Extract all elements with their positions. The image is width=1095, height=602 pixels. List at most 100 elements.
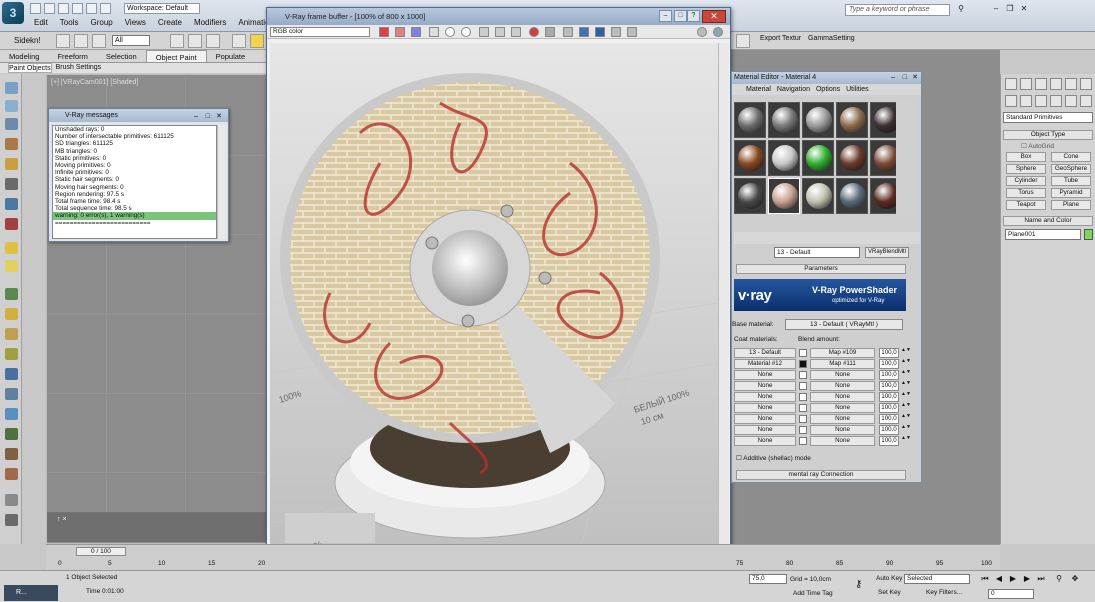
coat-material-button[interactable]: None: [734, 392, 796, 402]
create-tab-icon[interactable]: [1005, 78, 1017, 90]
zoom-icon[interactable]: ⚲: [1054, 574, 1064, 584]
close-icon[interactable]: ✕: [1018, 4, 1030, 15]
material-slot[interactable]: [768, 178, 800, 214]
vray-msg-close-icon[interactable]: ✕: [216, 110, 222, 123]
modify-tab-icon[interactable]: [1020, 78, 1032, 90]
blend-map-button[interactable]: Map #111: [810, 359, 875, 369]
blend-map-button[interactable]: None: [810, 392, 875, 402]
material-slot[interactable]: [734, 140, 766, 176]
vfb-red-channel-icon[interactable]: [379, 27, 389, 37]
create-sphere-button[interactable]: Sphere: [1006, 164, 1046, 174]
vfb-close-button[interactable]: ✕: [702, 10, 726, 23]
mental-ray-connection-rollout[interactable]: mental ray Connection: [736, 470, 906, 480]
material-slot[interactable]: [836, 140, 868, 176]
tool-icon-9[interactable]: [5, 242, 18, 254]
create-plane-button[interactable]: Plane: [1051, 200, 1091, 210]
mat-close-icon[interactable]: ✕: [912, 72, 918, 84]
mat-menu-material[interactable]: Material: [746, 84, 771, 95]
shapes-icon[interactable]: [1020, 95, 1032, 107]
coat-material-button[interactable]: None: [734, 414, 796, 424]
menu-modifiers[interactable]: Modifiers: [188, 17, 232, 29]
vfb-render-icon[interactable]: [697, 27, 707, 37]
vfb-alpha-icon[interactable]: [429, 27, 439, 37]
tab-freeform[interactable]: Freeform: [48, 50, 96, 62]
tool-icon-19[interactable]: [5, 448, 18, 460]
rect-selection-icon[interactable]: [206, 34, 220, 48]
coat-color-swatch[interactable]: [799, 360, 807, 368]
vfb-track-icon[interactable]: [545, 27, 555, 37]
undo-icon[interactable]: [72, 3, 83, 14]
add-time-tag-button[interactable]: Add Time Tag: [793, 590, 833, 597]
material-editor-window[interactable]: Material Editor - Material 4 – □ ✕ Mater…: [731, 71, 922, 483]
material-name-field[interactable]: 13 - Default: [774, 247, 860, 258]
coat-material-button[interactable]: None: [734, 436, 796, 446]
blend-map-button[interactable]: None: [810, 436, 875, 446]
vfb-save-icon[interactable]: [479, 27, 489, 37]
restore-icon[interactable]: ❐: [1004, 4, 1016, 15]
vfb-vertical-scrollbar[interactable]: [718, 43, 729, 586]
vfb-help-icon[interactable]: ?: [687, 10, 700, 22]
material-slot[interactable]: [768, 102, 800, 138]
tab-populate[interactable]: Populate: [207, 50, 255, 62]
select-object-icon[interactable]: [170, 34, 184, 48]
workspace-dropdown[interactable]: Workspace: Default: [124, 3, 200, 14]
vfb-minimize-icon[interactable]: –: [659, 10, 672, 22]
vfb-mono2-icon[interactable]: [461, 27, 471, 37]
spinner-arrows-icon[interactable]: ▲▼: [901, 436, 911, 446]
new-file-icon[interactable]: [30, 3, 41, 14]
tool-icon-11[interactable]: [5, 288, 18, 300]
open-file-icon[interactable]: [44, 3, 55, 14]
coat-material-button[interactable]: None: [734, 370, 796, 380]
geometry-icon[interactable]: [1005, 95, 1017, 107]
blend-amount-spinner[interactable]: 100,0: [879, 436, 899, 446]
set-key-button[interactable]: Set Key: [878, 589, 901, 596]
app-logo-icon[interactable]: 3: [2, 2, 24, 24]
tool-icon-10[interactable]: [5, 260, 18, 272]
tool-icon-2[interactable]: [5, 100, 18, 112]
viewport-label[interactable]: [+] [VRayCam001] [Shaded]: [51, 79, 138, 86]
subtab-brush-settings[interactable]: Brush Settings: [56, 63, 102, 73]
save-file-icon[interactable]: [58, 3, 69, 14]
subtab-paint-objects[interactable]: Paint Objects: [8, 63, 52, 73]
key-filters-button[interactable]: Key Filters...: [926, 589, 962, 596]
help-search-input[interactable]: Type a keyword or phrase: [845, 4, 950, 16]
tool-icon-3[interactable]: [5, 118, 18, 130]
coat-color-swatch[interactable]: [799, 437, 807, 445]
vfb-mono-icon[interactable]: [445, 27, 455, 37]
blend-map-button[interactable]: None: [810, 414, 875, 424]
mat-menu-options[interactable]: Options: [816, 84, 840, 95]
material-slot[interactable]: [802, 140, 834, 176]
material-slot[interactable]: [802, 178, 834, 214]
material-slot[interactable]: [734, 102, 766, 138]
vfb-title-bar[interactable]: V-Ray frame buffer - [100% of 800 x 1000…: [267, 8, 730, 25]
blend-amount-spinner[interactable]: 100,0: [879, 425, 899, 435]
utilities-tab-icon[interactable]: [1080, 78, 1092, 90]
vfb-green-channel-icon[interactable]: [395, 27, 405, 37]
tab-modeling[interactable]: Modeling: [0, 50, 48, 62]
name-color-rollout[interactable]: Name and Color: [1003, 216, 1093, 226]
autogrid-checkbox[interactable]: ☐ AutoGrid: [1021, 142, 1054, 150]
coat-color-swatch[interactable]: [799, 382, 807, 390]
coat-color-swatch[interactable]: [799, 371, 807, 379]
play-icon[interactable]: ▶: [1008, 574, 1018, 584]
bind-space-warp-icon[interactable]: [92, 34, 106, 48]
object-name-field[interactable]: Plane001: [1005, 229, 1081, 240]
coat-color-swatch[interactable]: [799, 415, 807, 423]
go-to-start-icon[interactable]: ⏮: [980, 574, 990, 584]
parameters-rollout[interactable]: Parameters: [736, 264, 906, 274]
mat-menu-utilities[interactable]: Utilities: [846, 84, 869, 95]
vfb-color-correct-icon[interactable]: [579, 27, 589, 37]
rendered-image[interactable]: БЕЛЫЙ 100% 10 см 100% ЛЫЙ 100% см: [270, 43, 718, 586]
move-icon[interactable]: [232, 34, 246, 48]
menu-views[interactable]: Views: [119, 17, 152, 29]
maxscript-listener-button[interactable]: R...: [4, 585, 58, 601]
spinner-arrows-icon[interactable]: ▲▼: [901, 414, 911, 424]
material-editor-title[interactable]: Material Editor - Material 4 – □ ✕: [732, 72, 921, 84]
tool-icon-8[interactable]: [5, 218, 18, 230]
coat-material-button[interactable]: None: [734, 425, 796, 435]
blend-map-button[interactable]: None: [810, 425, 875, 435]
blend-map-button[interactable]: None: [810, 370, 875, 380]
toolbar-right-icon[interactable]: [736, 34, 750, 48]
tool-icon-14[interactable]: [5, 348, 18, 360]
coat-material-button[interactable]: None: [734, 403, 796, 413]
